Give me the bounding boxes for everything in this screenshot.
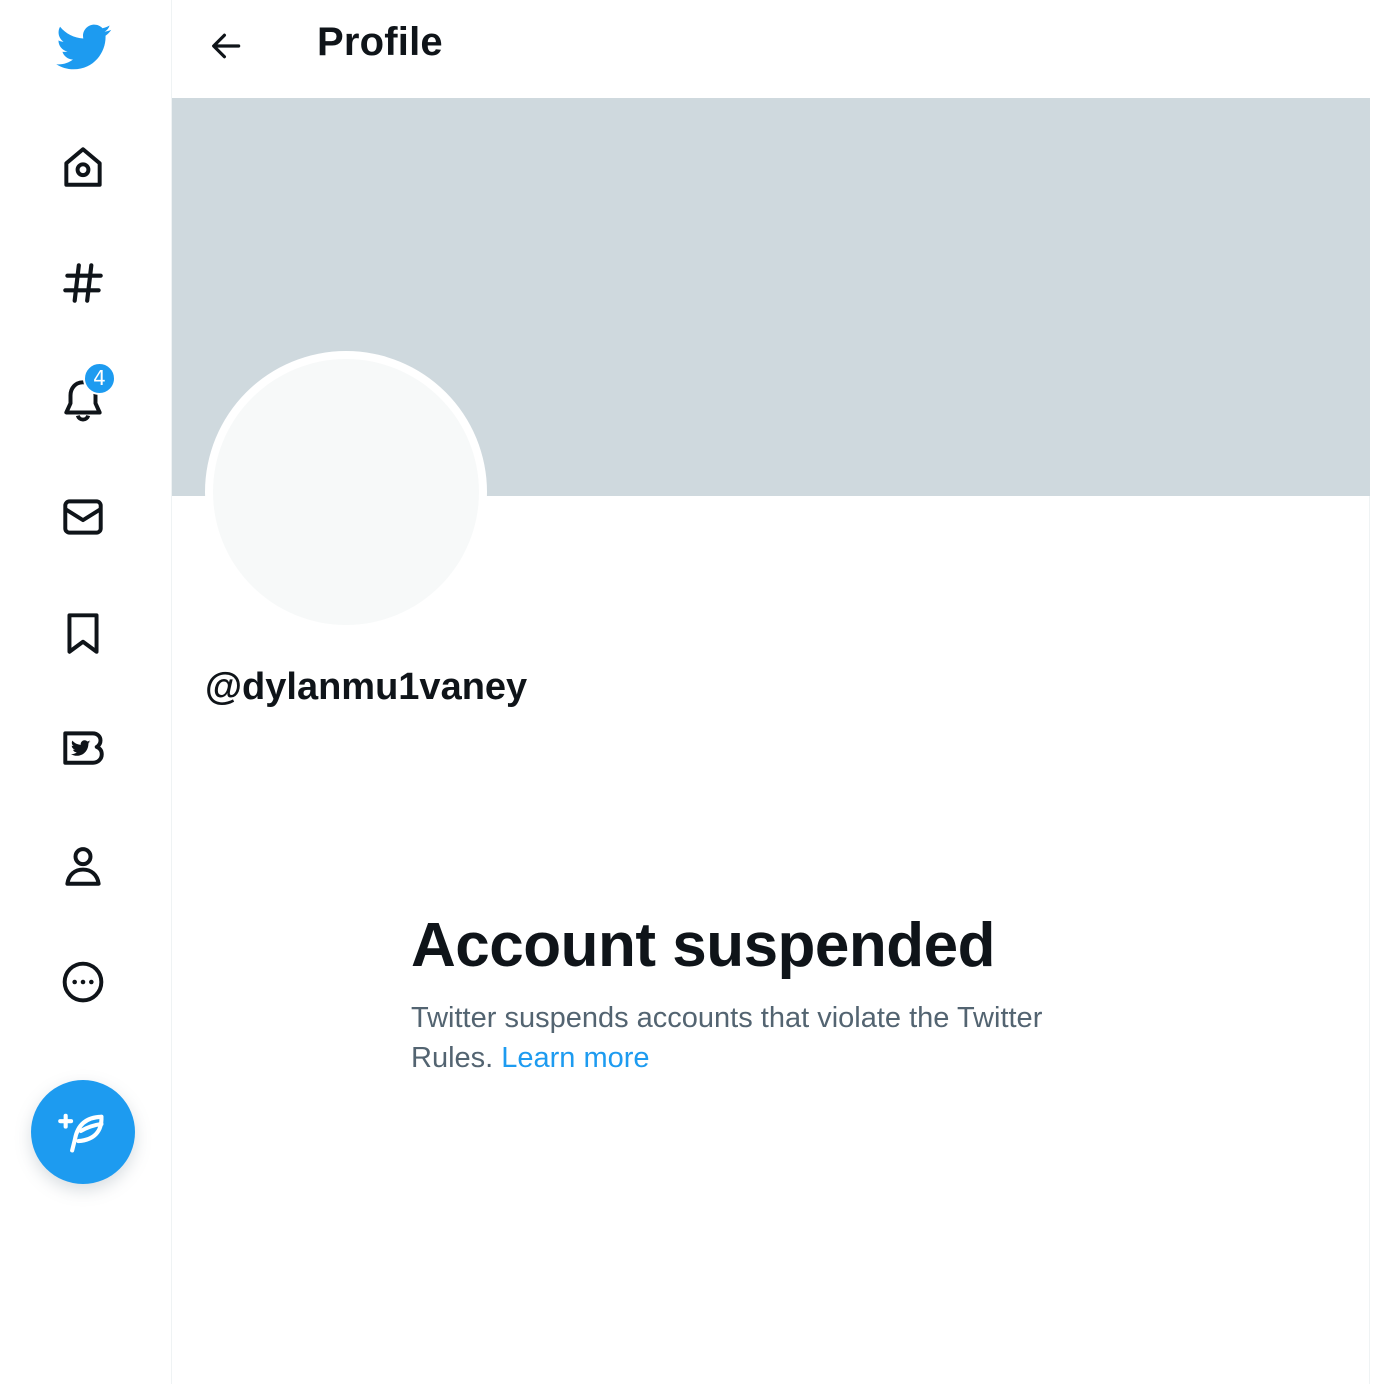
more-circle-icon xyxy=(62,961,104,1003)
sidebar-item-home[interactable] xyxy=(53,137,113,197)
notification-count-badge: 4 xyxy=(83,362,116,395)
suspension-title: Account suspended xyxy=(411,911,996,980)
profile-column: Profile @dylanmu1vaney Account suspended… xyxy=(172,0,1370,1384)
sidebar-item-notifications[interactable]: 4 xyxy=(53,362,116,430)
compose-feather-icon xyxy=(58,1113,104,1153)
avatar-placeholder xyxy=(213,359,479,625)
back-button[interactable] xyxy=(198,22,254,70)
suspension-description-block: Twitter suspends accounts that violate t… xyxy=(411,998,1111,1078)
twitter-logo-link[interactable] xyxy=(53,17,113,77)
profile-header: Profile xyxy=(172,0,1370,98)
twitter-bird-icon xyxy=(56,24,112,70)
app-root: 4 Profile @dylanmu1vaney Account suspend… xyxy=(0,0,1392,1384)
arrow-left-icon xyxy=(212,33,241,59)
person-icon xyxy=(65,847,101,886)
suspension-notice: Account suspended Twitter suspends accou… xyxy=(411,908,1131,1078)
sidebar-item-explore[interactable] xyxy=(53,253,113,313)
hashtag-icon xyxy=(63,263,103,303)
sidebar-item-bookmarks[interactable] xyxy=(53,603,113,663)
learn-more-link[interactable]: Learn more xyxy=(501,1042,649,1074)
bookmark-icon xyxy=(67,613,99,654)
compose-tweet-button[interactable] xyxy=(31,1080,135,1184)
twitter-blue-icon xyxy=(63,731,104,765)
sidebar-item-profile[interactable] xyxy=(53,836,113,896)
profile-handle: @dylanmu1vaney xyxy=(205,666,528,708)
home-icon xyxy=(64,147,102,187)
page-title: Profile xyxy=(317,20,443,64)
sidebar-item-messages[interactable] xyxy=(53,487,113,547)
sidebar-nav: 4 xyxy=(0,0,172,1384)
avatar xyxy=(205,351,487,633)
sidebar-item-more[interactable] xyxy=(53,952,113,1012)
sidebar-item-twitter-blue[interactable] xyxy=(53,719,113,779)
envelope-icon xyxy=(63,499,103,535)
